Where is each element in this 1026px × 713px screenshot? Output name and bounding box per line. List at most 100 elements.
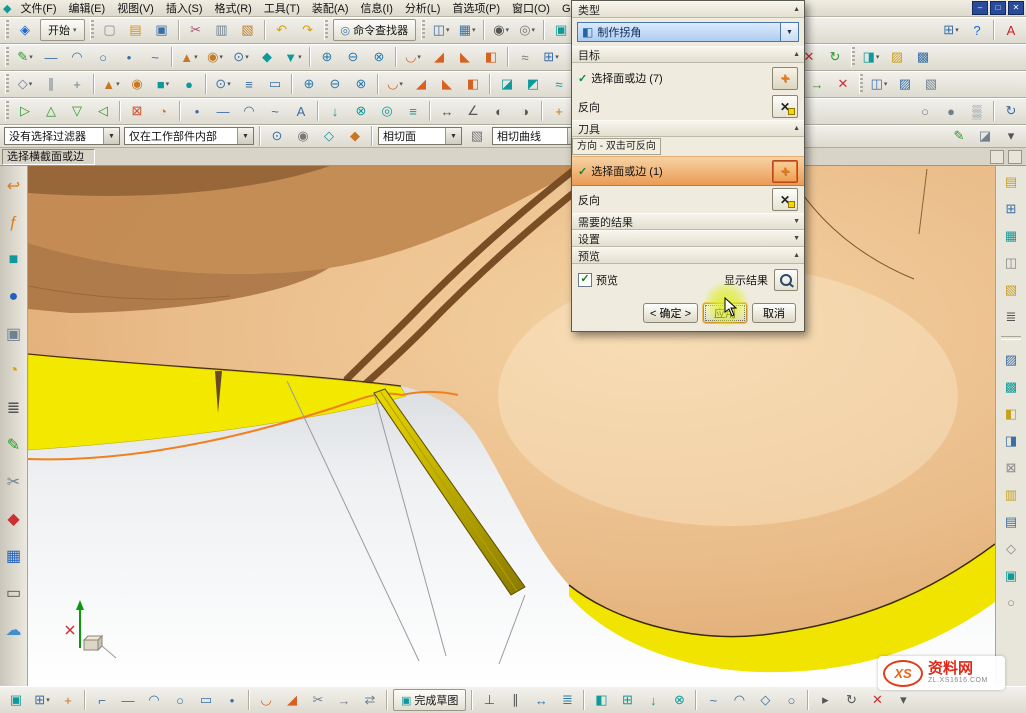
edit-display-icon[interactable]: ▒ <box>965 100 989 122</box>
replace-face-icon[interactable]: ◁ <box>91 100 115 122</box>
parallel-constraint-icon[interactable]: ∥ <box>503 689 527 711</box>
undo-icon[interactable]: ↶ <box>270 19 294 41</box>
mirror-curve-icon[interactable]: ◧ <box>589 689 613 711</box>
cancel-button[interactable]: 取消 <box>752 303 796 323</box>
target-reverse-button[interactable]: ✕ <box>772 95 798 118</box>
shell-icon[interactable]: ◧ <box>479 46 503 68</box>
delete-face-icon[interactable]: ⊠ <box>125 100 149 122</box>
subtract-icon[interactable]: ⊖ <box>341 46 365 68</box>
view-section-icon[interactable]: ◫▾ <box>867 73 891 95</box>
chamfer-icon[interactable]: ◢ <box>409 73 433 95</box>
toolbar-drag-handle[interactable] <box>421 20 425 40</box>
list-icon[interactable]: ≣ <box>2 396 26 420</box>
measure-angle-icon[interactable]: ∠ <box>461 100 485 122</box>
refresh-icon[interactable]: ↻ <box>999 100 1023 122</box>
status-icon-1[interactable] <box>990 150 1004 164</box>
eraser-icon[interactable]: ◪ <box>973 125 997 147</box>
menu-item[interactable]: 装配(A) <box>306 0 355 17</box>
pencil-icon[interactable]: ✎ <box>2 433 26 457</box>
menu-item[interactable]: 插入(S) <box>160 0 209 17</box>
pattern-curve-icon[interactable]: ⊞ <box>615 689 639 711</box>
roles-icon[interactable]: ◈ <box>13 19 37 41</box>
slot-icon[interactable]: ▭ <box>263 73 287 95</box>
toolbar-drag-handle[interactable] <box>851 47 855 67</box>
intersect-curve-icon[interactable]: ⊗ <box>667 689 691 711</box>
quick-extend-icon[interactable]: → <box>332 689 356 711</box>
offset-curve-icon[interactable]: ≡ <box>401 100 425 122</box>
selection-filter-combo[interactable]: 没有选择过滤器▼ <box>4 127 120 145</box>
menu-item[interactable]: 首选项(P) <box>446 0 506 17</box>
preview-checkbox[interactable]: ✓ <box>578 273 592 287</box>
analysis-palette-icon[interactable]: ◧ <box>999 404 1023 423</box>
section-curve-icon[interactable]: ◎ <box>375 100 399 122</box>
monitor-icon[interactable]: ▭ <box>2 581 26 605</box>
tool-select-row[interactable]: ✓ 选择面或边 (1) + <box>572 156 804 186</box>
line-icon[interactable]: ― <box>116 689 140 711</box>
line-curve-icon[interactable]: ― <box>211 100 235 122</box>
shaded-view-icon[interactable]: ◉▾ <box>489 19 513 41</box>
rectangle-icon[interactable]: ▭ <box>194 689 218 711</box>
function-icon[interactable]: ƒ <box>2 211 26 235</box>
measure-distance-icon[interactable]: ↔ <box>435 100 459 122</box>
toolbar-drag-handle[interactable] <box>5 47 9 67</box>
paste-icon[interactable]: ▧ <box>236 19 260 41</box>
simulation-icon[interactable]: ⊠ <box>999 458 1023 477</box>
optimization-icon[interactable]: ◨ <box>999 431 1023 450</box>
polygon-icon[interactable]: ◇ <box>753 689 777 711</box>
profile-icon[interactable]: ⌐ <box>90 689 114 711</box>
menu-item[interactable]: 视图(V) <box>111 0 160 17</box>
arc-icon[interactable]: ◠ <box>65 46 89 68</box>
dialog-section-results[interactable]: 需要的结果 ▼ <box>572 213 804 230</box>
pattern-icon[interactable]: ⊞▾ <box>539 46 563 68</box>
intersect-icon[interactable]: ⊗ <box>349 73 373 95</box>
quick-trim-icon[interactable]: ✂ <box>306 689 330 711</box>
menu-item[interactable]: 编辑(E) <box>63 0 112 17</box>
datum-axis-icon[interactable]: ∥ <box>39 73 63 95</box>
dialog-section-tool[interactable]: 刀具 ▲ <box>572 120 804 137</box>
fillet-icon[interactable]: ◡ <box>254 689 278 711</box>
cylinder-icon[interactable]: ● <box>177 73 201 95</box>
pull-face-icon[interactable]: △ <box>39 100 63 122</box>
reuse-library-icon[interactable]: ◫ <box>999 253 1023 272</box>
face-rule-icon[interactable]: ▧ <box>465 125 489 147</box>
revolve-icon[interactable]: ◉ <box>125 73 149 95</box>
menu-item[interactable]: 信息(I) <box>355 0 399 17</box>
select-edge-icon[interactable]: ◇ <box>317 125 341 147</box>
notes-icon[interactable]: ▣ <box>999 566 1023 585</box>
point-icon[interactable]: • <box>220 689 244 711</box>
search-icon[interactable]: ○ <box>999 593 1023 612</box>
open-icon[interactable]: ▤ <box>124 19 148 41</box>
surface-group-icon[interactable]: ◨▾ <box>859 46 883 68</box>
dimension-icon[interactable]: ↔ <box>529 689 553 711</box>
redo-icon[interactable]: ↷ <box>296 19 320 41</box>
new-icon[interactable]: ▢ <box>98 19 122 41</box>
csys-icon[interactable]: + <box>65 73 89 95</box>
combo-dropdown-icon[interactable]: ▼ <box>780 23 798 41</box>
intersect-icon[interactable]: ⊗ <box>367 46 391 68</box>
options-more-icon[interactable]: ▾ <box>999 125 1023 147</box>
facet-icon[interactable]: ▩ <box>911 46 935 68</box>
panel-icon[interactable]: ▦ <box>2 544 26 568</box>
tooling-icon[interactable]: ▥ <box>999 485 1023 504</box>
circle-icon[interactable]: ○ <box>168 689 192 711</box>
tile-windows-icon[interactable]: ▦▾ <box>455 19 479 41</box>
close-button[interactable]: ✕ <box>1008 1 1024 15</box>
edit-section-icon[interactable]: ▨ <box>893 73 917 95</box>
line-icon[interactable]: ― <box>39 46 63 68</box>
sketch-icon[interactable]: ✎▾ <box>13 46 37 68</box>
fit-view-icon[interactable]: ▣ <box>549 19 573 41</box>
point-icon[interactable]: • <box>185 100 209 122</box>
menu-item[interactable]: 工具(T) <box>258 0 306 17</box>
finish-sketch-button[interactable]: ▣完成草图 <box>393 689 466 711</box>
delete-icon[interactable]: ✕ <box>831 73 855 95</box>
show-result-button[interactable] <box>774 269 798 291</box>
unite-icon[interactable]: ⊕ <box>315 46 339 68</box>
corner-type-combo[interactable]: ◧ 制作拐角 ▼ <box>577 22 799 42</box>
start-button[interactable]: 开始▾ <box>40 19 85 41</box>
show-constraints-icon[interactable]: ▸ <box>813 689 837 711</box>
tool-pick-button[interactable]: + <box>772 160 798 183</box>
view-gallery-icon[interactable]: ▧ <box>999 280 1023 299</box>
hole-icon[interactable]: ⊙▾ <box>211 73 235 95</box>
annotation-text-icon[interactable]: A <box>999 19 1023 41</box>
collapse-caret-tool[interactable]: ▲ <box>786 125 800 132</box>
